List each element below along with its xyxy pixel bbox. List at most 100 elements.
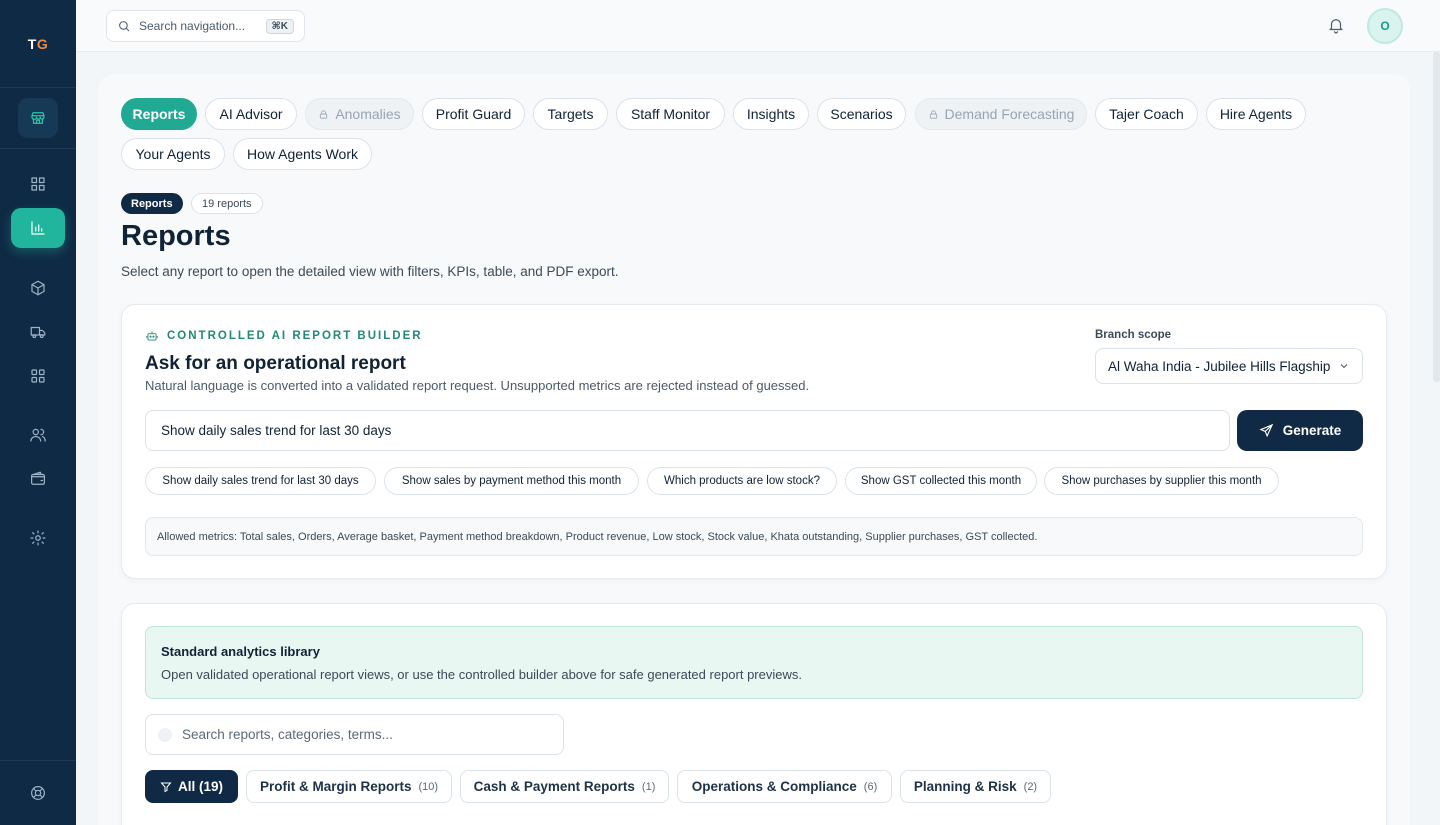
library-title: Standard analytics library: [161, 644, 320, 659]
tab-staff-monitor[interactable]: Staff Monitor: [616, 98, 725, 130]
library-subtitle: Open validated operational report views,…: [161, 667, 802, 682]
tab-profit-guard[interactable]: Profit Guard: [422, 98, 525, 130]
tab-label: Targets: [547, 106, 594, 122]
builder-title: Ask for an operational report: [145, 353, 406, 374]
generate-button[interactable]: Generate: [1237, 410, 1363, 451]
dashboard-grid-icon: [31, 177, 45, 191]
allowed-metrics-note: Allowed metrics: Total sales, Orders, Av…: [145, 517, 1363, 556]
suggestion-chip[interactable]: Which products are low stock?: [647, 467, 837, 495]
category-count: (6): [863, 780, 878, 793]
sidebar-item-reports[interactable]: [0, 208, 76, 248]
sidebar-store-switcher[interactable]: [0, 98, 76, 138]
category-label: Planning & Risk: [913, 779, 1017, 794]
filter-icon: [160, 782, 172, 792]
sidebar-item-apps[interactable]: [0, 356, 76, 396]
bar-chart-icon: [31, 221, 45, 235]
branch-scope-select[interactable]: Al Waha India - Jubilee Hills Flagship: [1095, 348, 1363, 384]
tab-label: Reports: [132, 106, 186, 122]
suggestion-chip[interactable]: Show GST collected this month: [845, 467, 1037, 495]
page-scrollbar[interactable]: [1433, 52, 1440, 382]
tab-demand-forecasting[interactable]: Demand Forecasting: [915, 98, 1087, 130]
lock-icon: [929, 109, 937, 119]
category-label: All (19): [177, 779, 223, 794]
sidebar-item-help[interactable]: [0, 773, 76, 813]
tab-label: AI Advisor: [219, 106, 283, 122]
suggestion-chip[interactable]: Show sales by payment method this month: [384, 467, 639, 495]
sidebar-item-wallet[interactable]: [0, 459, 76, 499]
users-icon: [30, 428, 46, 442]
tab-anomalies[interactable]: Anomalies: [305, 98, 414, 130]
apps-grid-icon: [31, 369, 45, 383]
category-filter-planning-risk[interactable]: Planning & Risk (2): [900, 770, 1051, 803]
shortcut-hint: ⌘K: [265, 18, 294, 34]
sidebar-item-delivery[interactable]: [0, 312, 76, 352]
category-filter-operations-compliance[interactable]: Operations & Compliance (6): [677, 770, 892, 803]
category-filter-profit-margin[interactable]: Profit & Margin Reports (10): [246, 770, 452, 803]
category-count: (10): [418, 780, 439, 793]
branch-scope-label: Branch scope: [1095, 329, 1172, 341]
library-info-banner: Standard analytics library Open validate…: [145, 626, 1363, 699]
page-subtitle: Select any report to open the detailed v…: [121, 264, 619, 279]
package-icon: [31, 280, 45, 296]
suggestion-chip[interactable]: Show daily sales trend for last 30 days: [145, 467, 376, 495]
category-label: Operations & Compliance: [691, 779, 857, 794]
sidebar-item-dashboard[interactable]: [0, 164, 76, 204]
search-icon: [119, 21, 130, 32]
send-icon: [1259, 423, 1273, 438]
tab-label: Your Agents: [135, 146, 211, 162]
truck-icon: [30, 326, 46, 339]
tab-label: Anomalies: [335, 106, 401, 122]
builder-subtitle: Natural language is converted into a val…: [145, 378, 810, 393]
tab-your-agents[interactable]: Your Agents: [121, 138, 225, 170]
sidebar: TG: [0, 0, 76, 825]
report-count-badge: 19 reports: [191, 193, 263, 214]
analytics-library-card: Standard analytics library Open validate…: [121, 603, 1387, 825]
tab-label: Staff Monitor: [630, 106, 711, 122]
tab-ai-advisor[interactable]: AI Advisor: [205, 98, 297, 130]
tab-scenarios[interactable]: Scenarios: [817, 98, 906, 130]
category-count: (1): [641, 780, 656, 793]
sidebar-divider: [0, 760, 76, 761]
tab-targets[interactable]: Targets: [533, 98, 608, 130]
tab-label: Profit Guard: [435, 106, 512, 122]
bell-icon: [1329, 19, 1343, 34]
sidebar-item-inventory[interactable]: [0, 268, 76, 308]
tab-tajer-coach[interactable]: Tajer Coach: [1095, 98, 1198, 130]
builder-eyebrow: CONTROLLED AI REPORT BUILDER: [145, 329, 423, 343]
category-filter-cash-payment[interactable]: Cash & Payment Reports (1): [460, 770, 669, 803]
tab-hire-agents[interactable]: Hire Agents: [1206, 98, 1306, 130]
category-label: Profit & Margin Reports: [259, 779, 412, 794]
store-icon: [31, 112, 45, 124]
sidebar-item-settings[interactable]: [0, 518, 76, 558]
tab-insights[interactable]: Insights: [733, 98, 809, 130]
lock-icon: [320, 109, 328, 119]
gear-icon: [30, 530, 46, 546]
notifications-button[interactable]: [1327, 16, 1345, 34]
report-search-placeholder: Search reports, categories, terms...: [182, 727, 393, 742]
ai-report-builder-card: CONTROLLED AI REPORT BUILDER Ask for an …: [121, 304, 1387, 579]
page-title: Reports: [121, 220, 231, 252]
search-icon: [158, 727, 172, 742]
tab-label: Demand Forecasting: [944, 106, 1075, 122]
category-count: (2): [1023, 780, 1038, 793]
sidebar-item-customers[interactable]: [0, 415, 76, 455]
tab-reports[interactable]: Reports: [121, 98, 197, 130]
tab-label: Tajer Coach: [1109, 106, 1184, 122]
robot-icon: [146, 331, 158, 341]
navigation-search-placeholder: Search navigation...: [139, 19, 246, 33]
tab-how-agents-work[interactable]: How Agents Work: [233, 138, 372, 170]
brand-logo[interactable]: TG: [0, 0, 76, 88]
report-prompt-input[interactable]: Show daily sales trend for last 30 days: [145, 410, 1230, 451]
branch-scope-value: Al Waha India - Jubilee Hills Flagship: [1108, 358, 1331, 374]
sidebar-divider: [0, 148, 76, 149]
user-avatar[interactable]: O: [1367, 8, 1403, 44]
section-badge: Reports: [121, 193, 183, 214]
suggestion-chip[interactable]: Show purchases by supplier this month: [1044, 467, 1279, 495]
chevron-down-icon: [1340, 364, 1348, 369]
tab-label: Scenarios: [830, 106, 893, 122]
navigation-search[interactable]: Search navigation... ⌘K: [106, 10, 305, 42]
tab-label: Insights: [746, 106, 796, 122]
tab-label: How Agents Work: [246, 146, 358, 162]
category-filter-all[interactable]: All (19): [145, 770, 238, 803]
report-search-input[interactable]: Search reports, categories, terms...: [145, 714, 564, 755]
